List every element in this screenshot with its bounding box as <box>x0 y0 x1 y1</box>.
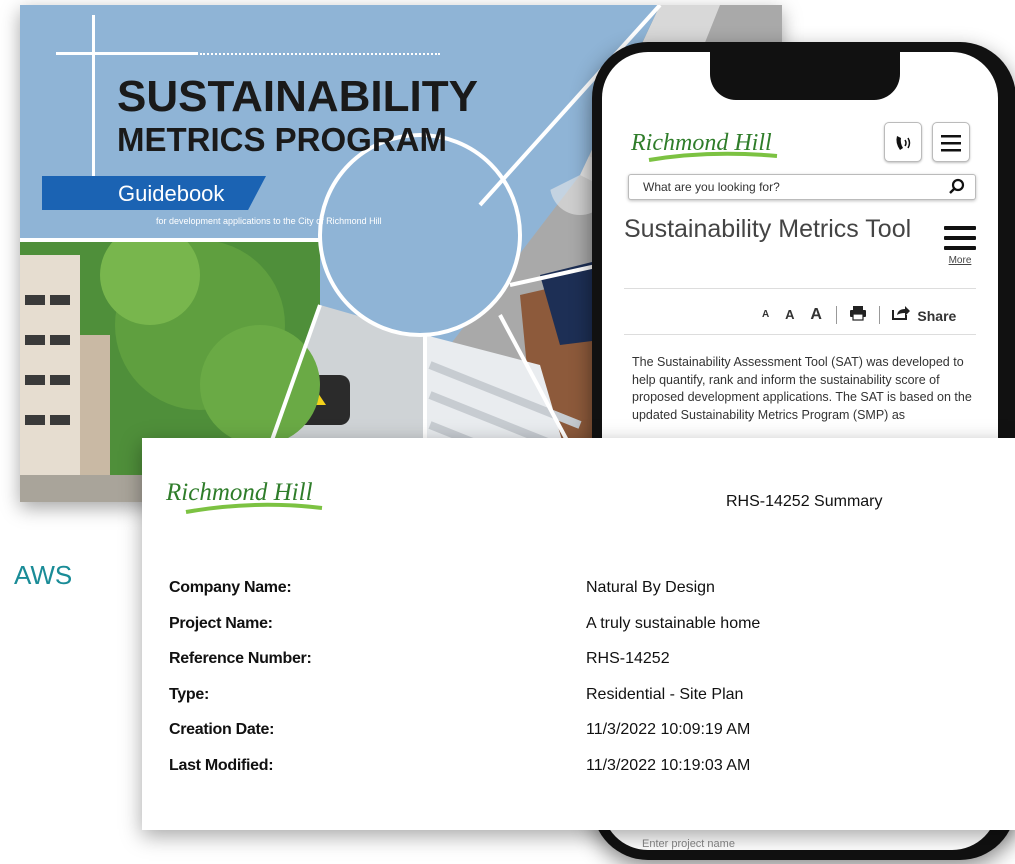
field-value: A truly sustainable home <box>586 614 761 632</box>
cover-title-line2: METRICS PROGRAM <box>117 121 447 158</box>
intro-paragraph: The Sustainability Assessment Tool (SAT)… <box>632 355 972 422</box>
cover-title-line1: SUSTAINABILITY <box>117 72 478 121</box>
divider <box>624 334 976 335</box>
phone-notch <box>710 52 900 100</box>
print-button[interactable] <box>849 305 867 324</box>
cover-dotted-line <box>200 53 440 55</box>
field-value: Natural By Design <box>586 579 715 596</box>
print-icon <box>849 306 866 321</box>
field-value: 11/3/2022 10:19:03 AM <box>586 756 751 774</box>
guidebook-band: Guidebook <box>42 176 266 210</box>
more-label: More <box>948 255 972 266</box>
search-icon[interactable] <box>947 177 967 197</box>
field-value: 11/3/2022 10:09:19 AM <box>586 721 751 738</box>
page-tools: A A A Share <box>762 305 956 325</box>
text-size-medium-button[interactable]: A <box>785 307 794 322</box>
field-label: Project Name: <box>169 614 273 632</box>
field-label: Company Name: <box>169 579 292 596</box>
cover-subtitle: for development applications to the City… <box>156 216 382 226</box>
more-icon-bar <box>944 236 976 240</box>
more-icon-bar <box>944 226 976 230</box>
summary-title: RHS-14252 Summary <box>726 493 883 510</box>
phone-menu-button[interactable] <box>932 122 970 162</box>
guidebook-label: Guidebook <box>118 181 225 206</box>
richmond-hill-logo[interactable]: Richmond Hill <box>629 120 779 166</box>
cover-title: SUSTAINABILITY METRICS PROGRAM <box>117 72 478 158</box>
share-icon <box>891 306 910 320</box>
divider <box>624 288 976 289</box>
cover-horizontal-line <box>56 52 198 55</box>
field-label: Last Modified: <box>169 756 274 774</box>
phone-call-button[interactable] <box>884 122 922 162</box>
project-summary-card: Richmond Hill RHS-14252 Summary Company … <box>142 438 1015 830</box>
more-icon-bar <box>944 246 976 250</box>
phone-icon <box>896 136 911 151</box>
project-name-input-placeholder[interactable]: Enter project name <box>642 838 842 850</box>
side-heading-fragment: AWS <box>14 560 73 590</box>
field-value: RHS-14252 <box>586 650 670 667</box>
logo-text: Richmond Hill <box>165 479 313 506</box>
more-menu-button[interactable]: More <box>940 226 980 266</box>
share-label: Share <box>917 308 957 325</box>
text-size-large-button[interactable]: A <box>810 306 822 324</box>
search-input[interactable] <box>643 178 923 196</box>
text-size-small-button[interactable]: A <box>762 309 769 320</box>
richmond-hill-logo: Richmond Hill <box>165 479 323 514</box>
page-title: Sustainability Metrics Tool <box>624 215 912 243</box>
tool-separator <box>878 305 880 324</box>
hamburger-icon <box>941 135 961 152</box>
logo-text: Richmond Hill <box>630 130 772 156</box>
field-label: Creation Date: <box>169 721 275 738</box>
phone-search-bar[interactable] <box>628 174 976 200</box>
field-label: Type: <box>169 685 209 703</box>
field-label: Reference Number: <box>169 650 312 667</box>
field-value: Residential - Site Plan <box>586 685 744 703</box>
tool-separator <box>835 305 837 324</box>
share-button[interactable]: Share <box>891 305 957 325</box>
